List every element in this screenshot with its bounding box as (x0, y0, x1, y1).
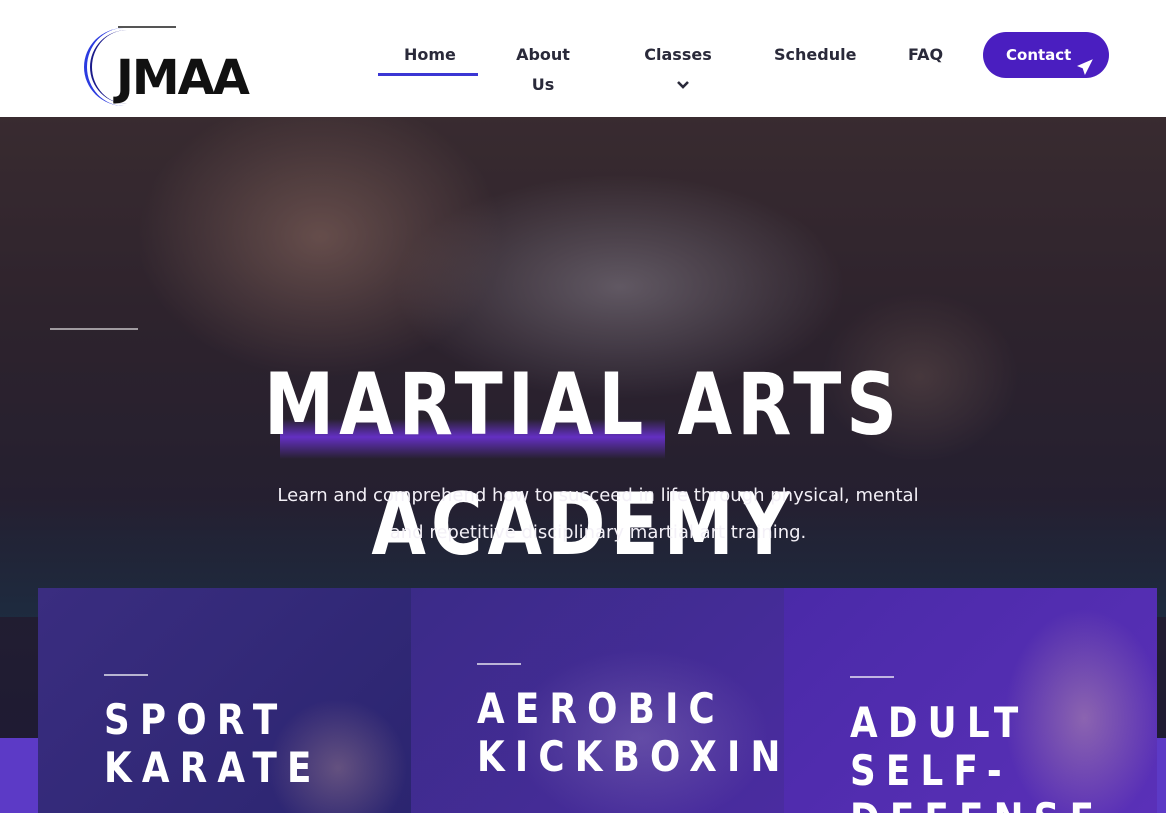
logo-bar (118, 26, 176, 28)
paper-plane-icon (1076, 47, 1093, 76)
nav-item-about-us[interactable]: About Us (478, 40, 608, 94)
card-title-line: SELF- (850, 746, 1012, 795)
card-title-line: ADULT (850, 698, 1029, 747)
class-card-aerobic-kickboxing[interactable]: AEROBIC KICKBOXING (411, 588, 784, 813)
nav-item-label: About Us (516, 45, 570, 94)
contact-button[interactable]: Contact (983, 32, 1109, 78)
hero-subtitle-line1: Learn and comprehend how to succeed in l… (277, 485, 919, 506)
nav-item-label: Home (404, 45, 456, 64)
card-title: ADULT SELF- DEFENSE (850, 699, 1104, 813)
class-card-sport-karate[interactable]: SPORT KARATE (38, 588, 411, 813)
card-divider (477, 663, 521, 665)
card-title: SPORT KARATE (104, 696, 322, 792)
hero-subtitle-line2: and repetitive disciplinary martial art … (389, 522, 807, 543)
hero-subtitle: Learn and comprehend how to succeed in l… (240, 477, 956, 551)
card-divider (104, 674, 148, 676)
card-divider (850, 676, 894, 678)
nav-item-home[interactable]: Home (378, 40, 478, 76)
card-title-line: SPORT (104, 695, 288, 744)
nav-item-classes[interactable]: Classes (608, 40, 748, 89)
card-title-line: KICKBOXING (477, 732, 784, 781)
jmaa-logo[interactable]: JMAA (84, 24, 294, 108)
nav-item-label: FAQ (908, 45, 944, 64)
card-title-line: DEFENSE (850, 794, 1104, 813)
main-nav: Home About Us Classes Schedule FAQ (378, 40, 968, 94)
site-header: JMAA Home About Us Classes Schedule FAQ … (0, 0, 1166, 117)
card-title-line: KARATE (104, 743, 322, 792)
hero-divider (50, 328, 138, 330)
card-title: AEROBIC KICKBOXING (477, 685, 784, 781)
contact-button-label: Contact (1006, 46, 1072, 64)
nav-item-faq[interactable]: FAQ (882, 40, 968, 76)
hero-section: MARTIAL ARTS ACADEMY Learn and comprehen… (0, 117, 1166, 813)
nav-item-schedule[interactable]: Schedule (748, 40, 882, 76)
nav-item-label: Classes (644, 45, 712, 64)
nav-item-label: Schedule (774, 45, 857, 64)
chevron-down-icon (677, 71, 689, 101)
card-title-line: AEROBIC (477, 684, 725, 733)
logo-text: JMAA (116, 50, 250, 106)
class-card-adult-self-defense[interactable]: ADULT SELF- DEFENSE (784, 588, 1157, 813)
